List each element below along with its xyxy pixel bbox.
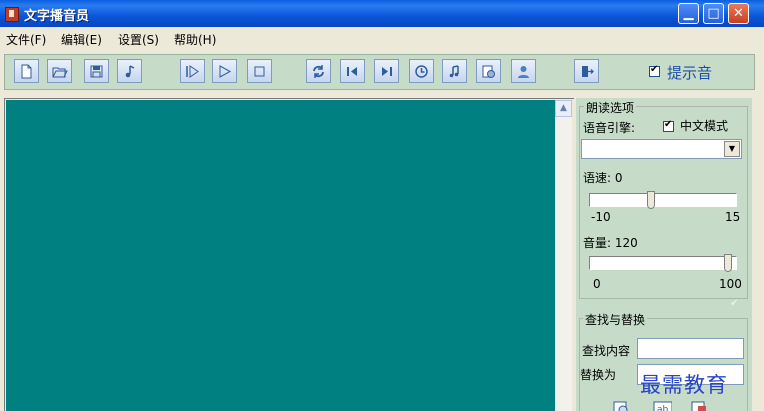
chinese-mode-checkbox[interactable] — [663, 119, 674, 132]
menu-settings[interactable]: 设置(S) — [118, 31, 159, 48]
minimize-button[interactable]: ▁ — [678, 3, 699, 24]
clock-icon — [415, 65, 428, 78]
open-folder-icon — [52, 67, 68, 78]
window-title: 文字播音员 — [24, 9, 90, 24]
app-icon[interactable] — [5, 7, 19, 22]
background-music-button[interactable] — [442, 59, 467, 83]
prompt-sound-label: 提示音 — [667, 64, 713, 82]
save-button[interactable] — [84, 59, 109, 83]
reading-options-title: 朗读选项 — [584, 99, 637, 116]
stop-icon — [254, 66, 265, 77]
scroll-up-icon[interactable]: ▲ — [555, 100, 572, 117]
stop-button[interactable] — [247, 59, 272, 83]
close-button[interactable]: ✕ — [728, 3, 749, 24]
music-icon — [449, 65, 459, 78]
menu-edit[interactable]: 编辑(E) — [61, 31, 102, 48]
new-file-icon — [21, 64, 32, 79]
speed-slider-track[interactable] — [589, 193, 737, 207]
exit-button[interactable] — [574, 59, 599, 83]
save-icon — [90, 65, 103, 78]
magnifier-icon — [613, 401, 628, 411]
text-area[interactable] — [6, 100, 555, 411]
speed-max: 15 — [725, 210, 741, 224]
music-note-icon — [125, 65, 135, 78]
volume-max: 100 — [719, 277, 742, 291]
find-label: 查找内容 — [582, 344, 631, 358]
previous-button[interactable] — [340, 59, 365, 83]
play-button[interactable] — [212, 59, 237, 83]
prompt-sound-checkbox[interactable] — [649, 64, 660, 77]
svg-text:ab: ab — [657, 405, 669, 411]
chinese-mode-label: 中文模式 — [680, 119, 729, 133]
chevron-down-icon[interactable]: ▼ — [724, 141, 740, 157]
open-button[interactable] — [47, 59, 72, 83]
watermark: 最需教育 — [640, 373, 728, 397]
menu-file[interactable]: 文件(F) — [6, 31, 46, 48]
find-button[interactable] — [611, 400, 631, 411]
speed-slider-thumb[interactable] — [647, 191, 655, 209]
collapse-icon[interactable]: ✔ — [730, 298, 738, 309]
export-button[interactable] — [476, 59, 501, 83]
replace-icon: ab — [653, 401, 672, 411]
repeat-icon — [313, 65, 324, 78]
play-from-cursor-icon — [186, 65, 199, 78]
engine-select[interactable] — [581, 139, 742, 159]
play-icon — [219, 65, 232, 78]
volume-slider-track[interactable] — [589, 256, 737, 270]
replace-all-icon — [691, 401, 706, 411]
exit-icon — [582, 66, 594, 77]
replace-button[interactable]: ab — [652, 400, 672, 411]
speed-min: -10 — [591, 210, 611, 224]
maximize-button[interactable]: □ — [703, 3, 724, 24]
menu-help[interactable]: 帮助(H) — [174, 31, 216, 48]
volume-label: 音量: 120 — [583, 236, 638, 250]
engine-label: 语音引擎: — [583, 121, 636, 135]
replace-label: 替换为 — [580, 368, 617, 382]
title-bar[interactable] — [0, 0, 764, 27]
image-doc-icon — [482, 65, 495, 78]
find-replace-title: 查找与替换 — [583, 311, 648, 328]
previous-icon — [347, 67, 357, 76]
new-button[interactable] — [14, 59, 39, 83]
speed-label: 语速: 0 — [583, 171, 623, 185]
next-icon — [382, 67, 392, 76]
timer-button[interactable] — [409, 59, 434, 83]
find-input[interactable] — [637, 338, 744, 359]
menu-bar — [0, 27, 764, 49]
music-button[interactable] — [117, 59, 142, 83]
user-icon — [518, 66, 529, 78]
vertical-scrollbar[interactable] — [555, 100, 572, 411]
volume-slider-thumb[interactable] — [724, 254, 732, 272]
replace-all-button[interactable] — [689, 400, 709, 411]
repeat-button[interactable] — [306, 59, 331, 83]
next-button[interactable] — [374, 59, 399, 83]
play-from-cursor-button[interactable] — [180, 59, 205, 83]
volume-min: 0 — [593, 277, 601, 291]
voice-button[interactable] — [511, 59, 536, 83]
